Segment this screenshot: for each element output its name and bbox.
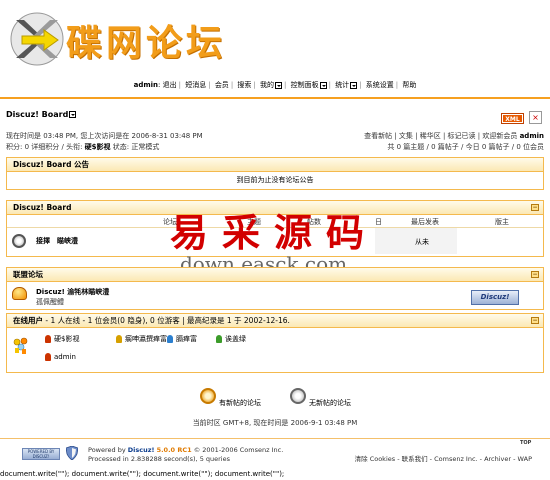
nav-logout[interactable]: 退出 — [163, 81, 177, 89]
announcement-title: Discuz! Board 公告 — [13, 160, 90, 169]
online-body: 硬$影视 瘸呻瀛撰瘅富 膈瘅富 诶盖绿 admin — [7, 328, 543, 373]
online-users-icon — [13, 337, 28, 354]
legend-none: 无新帖的论坛 — [309, 399, 351, 407]
logo-text: 碟网论坛 — [66, 23, 227, 64]
discuz-link-badge[interactable]: Discuz! — [471, 290, 519, 305]
nav-stats[interactable]: 统计 — [335, 81, 349, 89]
nav-members[interactable]: 会员 — [215, 81, 229, 89]
chevron-down-icon[interactable] — [69, 111, 77, 118]
online-user-name: admin — [54, 353, 76, 361]
last-post-value: 从未 — [415, 238, 429, 246]
nav-control-panel[interactable]: 控制面板 — [291, 81, 319, 89]
chevron-down-icon[interactable] — [275, 81, 282, 89]
forum-status-icon — [12, 234, 26, 248]
col-last-post: 最后发表 — [411, 218, 439, 226]
collapse-icon[interactable]: − — [531, 204, 539, 211]
col-moderator: 版主 — [495, 218, 509, 226]
link-row: Discuz! 渝牦林瞄峡澧 孤佩醒鳢 Discuz! — [7, 282, 543, 310]
timezone-info: 当前时区 GMT+8, 现在时间是 2006-9-1 03:48 PM — [192, 419, 358, 427]
logo-emblem-icon — [10, 12, 64, 66]
online-title[interactable]: 在线用户 — [13, 316, 43, 325]
points-prefix: 积分: 0 详细积分 / 头衔: — [6, 143, 85, 151]
online-group-1-label: 硬$影视 — [54, 335, 80, 343]
online-summary: - 1 人在线 - 1 位会员(0 隐身), 0 位游客 | 最高纪录是 1 于… — [43, 316, 290, 325]
link-description: 孤佩醒鳢 — [36, 298, 64, 306]
online-group-2[interactable]: 瘸呻瀛撰瘅富 — [116, 334, 167, 344]
collapse-icon[interactable]: − — [531, 271, 539, 278]
board-title[interactable]: Discuz! Board — [6, 110, 77, 119]
time-info: 现在时间是 03:48 PM, 您上次访问是在 2006-8-31 03:48 … — [6, 132, 203, 140]
xml-feed-button[interactable]: XML — [501, 113, 524, 124]
board-title-text: Discuz! Board — [6, 110, 69, 119]
announcement-body: 到目前为止没有论坛公告 — [7, 172, 543, 189]
chevron-down-icon[interactable] — [319, 81, 327, 89]
nav-search[interactable]: 搜索 — [237, 81, 251, 89]
collapse-icon[interactable]: − — [531, 317, 539, 324]
close-icon[interactable]: × — [529, 111, 542, 124]
online-section: 在线用户 - 1 人在线 - 1 位会员(0 隐身), 0 位游客 | 最高纪录… — [6, 313, 544, 373]
nav-username[interactable]: admin — [134, 81, 158, 89]
user-group-icon — [216, 335, 222, 343]
online-group-1[interactable]: 硬$影视 — [45, 334, 79, 344]
announcement-section: Discuz! Board 公告 到目前为止没有论坛公告 — [6, 157, 544, 190]
points-suffix: 状态: 正常模式 — [110, 143, 160, 151]
announcement-header: Discuz! Board 公告 — [7, 158, 543, 172]
processed-info: Processed in 2.838288 second(s), 5 queri… — [88, 455, 231, 463]
online-group-4[interactable]: 诶盖绿 — [216, 334, 246, 344]
footer-divider — [0, 438, 550, 439]
chevron-down-icon[interactable] — [350, 81, 358, 89]
header-divider — [0, 97, 550, 99]
user-group-icon — [167, 335, 173, 343]
user-group-icon — [116, 335, 122, 343]
product-name[interactable]: Discuz! — [128, 446, 155, 454]
links-header: 联盟论坛 − — [7, 268, 543, 282]
forum-section-title[interactable]: Discuz! Board — [13, 203, 71, 212]
online-group-3-label: 膈瘅富 — [176, 335, 197, 343]
user-group-icon — [45, 335, 51, 343]
new-posts-icon — [200, 388, 216, 404]
document-write-output: document.write(""); document.write(""); … — [0, 470, 285, 478]
powered-by: Powered by Discuz! 5.0.0 RC1 © 2001-2006… — [88, 446, 283, 454]
powered-prefix: Powered by — [88, 446, 128, 454]
user-rank[interactable]: 硬$影视 — [85, 143, 111, 151]
links-title: 联盟论坛 — [13, 270, 43, 279]
nav-my[interactable]: 我的 — [260, 81, 274, 89]
online-group-3[interactable]: 膈瘅富 — [167, 334, 197, 344]
back-to-top[interactable]: TOP — [520, 440, 531, 446]
quick-links-text[interactable]: 查看新帖 | 文集 | 稀华区 | 标记已读 | 欢迎新会员 — [364, 132, 517, 140]
copyright: © 2001-2006 Comsenz Inc. — [191, 446, 284, 454]
online-user[interactable]: admin — [45, 353, 76, 361]
product-version: 5.0.0 RC1 — [156, 446, 192, 454]
points-info: 积分: 0 详细积分 / 头衔: 硬$影视 状态: 正常模式 — [6, 142, 159, 152]
online-group-4-label: 诶盖绿 — [225, 335, 246, 343]
nav-help[interactable]: 帮助 — [402, 81, 416, 89]
announcement-text: 到目前为止没有论坛公告 — [236, 176, 314, 184]
board-stats: 共 0 篇主题 / 0 篇帖子 / 今日 0 篇帖子 / 0 位会员 — [387, 143, 544, 151]
no-new-posts-icon — [290, 388, 306, 404]
footer-links[interactable]: 清除 Cookies - 联系我们 - Comsenz Inc. - Archi… — [355, 453, 532, 463]
link-name[interactable]: Discuz! 渝牦林瞄峡澧 — [36, 287, 109, 297]
forum-name[interactable]: 接擇 瞄峡澧 — [36, 236, 78, 246]
shield-icon[interactable] — [66, 446, 78, 460]
watermark-cn: 易采源码 — [170, 210, 379, 255]
newest-member[interactable]: admin — [520, 132, 544, 140]
nav-messages[interactable]: 短消息 — [185, 81, 206, 89]
online-group-2-label: 瘸呻瀛撰瘅富 — [125, 335, 167, 343]
quick-links: 查看新帖 | 文集 | 稀华区 | 标记已读 | 欢迎新会员 admin — [364, 131, 544, 141]
nav-system-settings[interactable]: 系统设置 — [366, 81, 394, 89]
powered-badge[interactable]: POWERED BY DISCUZ! — [22, 448, 60, 460]
top-navigation: admin: 退出 | 短消息 | 会员 | 搜索 | 我的 | 控制面板 | 统计 | 系统… — [133, 81, 417, 89]
legend-new: 有新帖的论坛 — [219, 399, 261, 407]
online-header: 在线用户 - 1 人在线 - 1 位会员(0 隐身), 0 位游客 | 最高纪录… — [7, 314, 543, 328]
link-forum-icon — [12, 287, 27, 300]
user-icon — [45, 353, 51, 361]
links-section: 联盟论坛 − Discuz! 渝牦林瞄峡澧 孤佩醒鳢 Discuz! — [6, 267, 544, 310]
